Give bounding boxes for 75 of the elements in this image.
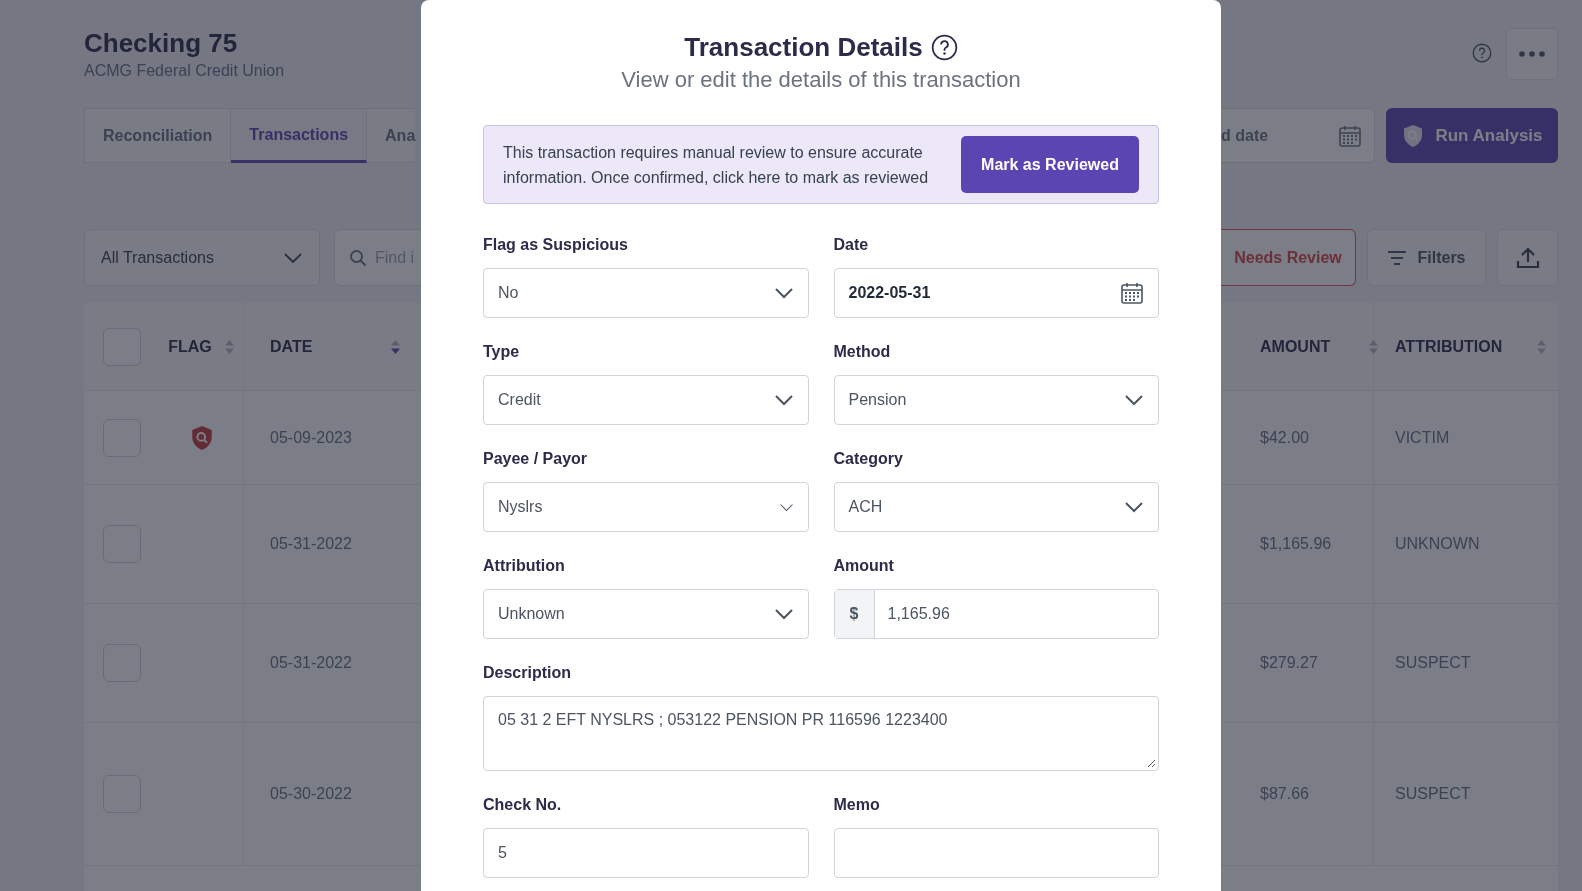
input-field[interactable]: 5 — [483, 828, 809, 878]
field-value: Unknown — [498, 605, 565, 623]
field-label: Payee / Payor — [483, 449, 589, 469]
table-cell: 05-30-2022 — [270, 785, 352, 803]
modal-subtitle: View or edit the details of this transaction — [620, 67, 1022, 93]
calendar-icon — [1338, 123, 1362, 148]
select-field[interactable]: Credit — [483, 375, 809, 425]
field-label: Category — [833, 449, 904, 469]
field-value: 1,165.96 — [886, 605, 950, 623]
table-cell: $42.00 — [1260, 428, 1309, 447]
chevron-icon — [1124, 501, 1144, 513]
field-value: Nyslrs — [498, 498, 543, 516]
filter-icon — [1387, 249, 1408, 266]
page-subtitle: ACMG Federal Credit Union — [84, 62, 286, 80]
column-header: AMOUNT — [1260, 337, 1331, 356]
chevron-icon — [283, 251, 303, 264]
table-cell: SUSPECT — [1395, 654, 1471, 672]
calendar-icon — [1120, 281, 1144, 305]
alert-text: This transaction requires manual review to ensure accurate information. Once confirmed, click here to mark as reviewed — [503, 142, 930, 188]
table-cell: $279.27 — [1260, 654, 1318, 672]
sort-icon[interactable] — [1368, 338, 1380, 355]
input-field[interactable] — [833, 828, 1159, 878]
field-value: Credit — [498, 391, 541, 409]
more-button[interactable] — [1506, 28, 1558, 80]
resize-handle-icon[interactable] — [1147, 759, 1156, 768]
date-placeholder: d date — [1221, 126, 1269, 145]
select-field[interactable]: Nyslrs — [483, 482, 809, 532]
sort-icon[interactable] — [1536, 338, 1548, 355]
sort-icon[interactable] — [390, 338, 402, 355]
date-field[interactable]: 2022-05-31 — [833, 268, 1159, 318]
modal-title: Transaction Details — [684, 32, 923, 62]
field-value: No — [498, 284, 519, 302]
table-cell: UNKNOWN — [1395, 535, 1480, 553]
page-title: Checking 75 — [84, 28, 239, 58]
select-field[interactable]: Pension — [833, 375, 1159, 425]
select-field[interactable]: No — [483, 268, 809, 318]
field-label: Memo — [833, 795, 881, 815]
currency-prefix: $ — [834, 590, 875, 638]
select-field[interactable]: Unknown — [483, 589, 809, 639]
chevron-icon — [778, 502, 794, 512]
chevron-icon — [773, 608, 794, 620]
field-label: Flag as Suspicious — [483, 235, 629, 255]
column-header: ATTRIBUTION — [1395, 337, 1503, 356]
chevron-icon — [773, 394, 794, 406]
search-icon — [349, 248, 367, 267]
field-label: Amount — [833, 556, 895, 576]
sort-icon[interactable] — [223, 338, 235, 355]
chevron-icon — [773, 287, 794, 299]
upload-icon — [1515, 246, 1540, 269]
mark-reviewed-button[interactable]: Mark as Reviewed — [961, 136, 1139, 193]
table-cell: SUSPECT — [1395, 785, 1471, 803]
table-cell: 05-31-2022 — [270, 535, 352, 553]
table-cell: 05-31-2022 — [270, 654, 352, 672]
field-label: Check No. — [483, 795, 563, 815]
field-value: Pension — [848, 391, 907, 409]
column-header: FLAG — [168, 337, 212, 356]
table-cell: $1,165.96 — [1260, 535, 1332, 553]
column-header: DATE — [270, 337, 313, 356]
field-label: Attribution — [483, 556, 566, 576]
table-cell: 05-09-2023 — [270, 428, 352, 447]
table-cell: VICTIM — [1395, 428, 1450, 447]
chevron-icon — [1124, 394, 1144, 406]
field-label: Date — [833, 235, 870, 255]
field-label: Method — [833, 342, 892, 362]
field-label: Type — [483, 342, 521, 362]
export-button[interactable] — [1497, 229, 1558, 286]
more-icon — [1519, 51, 1545, 57]
field-value: 2022-05-31 — [848, 284, 931, 302]
help-icon[interactable] — [930, 33, 958, 61]
table-cell: $87.66 — [1260, 785, 1309, 803]
text-area[interactable]: 05 31 2 EFT NYSLRS ; 053122 PENSION PR 116596 1223400 — [483, 696, 1159, 771]
amount-field[interactable]: $ 1,165.96 — [833, 589, 1159, 639]
field-value: ACH — [848, 498, 883, 516]
select-field[interactable]: ACH — [833, 482, 1159, 532]
field-label: Description — [483, 663, 572, 683]
